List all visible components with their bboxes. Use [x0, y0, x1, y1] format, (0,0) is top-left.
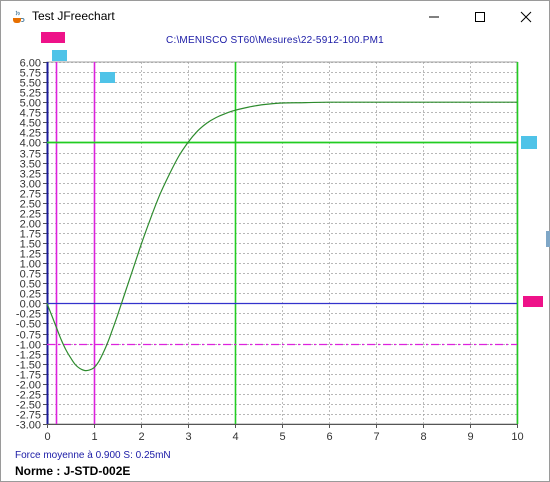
java-coffee-icon [10, 9, 26, 25]
magenta-marker-top[interactable] [41, 32, 65, 43]
x-tick-label: 10 [511, 431, 523, 443]
x-tick-label: 9 [467, 431, 473, 443]
cyan-marker-right[interactable] [521, 136, 537, 149]
maximize-icon [475, 11, 485, 22]
chart-grid [46, 61, 518, 425]
minimize-button[interactable] [411, 1, 457, 32]
plot-area [46, 61, 518, 425]
app-window: Test JFreechart C:\MENISCO ST60\Mesures\… [0, 0, 550, 482]
x-tick-label: 0 [44, 431, 50, 443]
x-tick-label: 7 [373, 431, 379, 443]
x-tick-label: 1 [91, 431, 97, 443]
close-icon [520, 11, 532, 22]
chart-svg: -3.00-2.75-2.50-2.25-2.00-1.75-1.50-1.25… [16, 58, 524, 444]
maximize-button[interactable] [457, 1, 503, 32]
force-average-label: Force moyenne à 0.900 S: 0.25mN [15, 450, 171, 461]
norme-label: Norme : J-STD-002E [15, 464, 131, 478]
minimize-icon [429, 16, 439, 17]
window-title: Test JFreechart [32, 9, 115, 23]
y-tick-label: 6.00 [20, 58, 41, 70]
window-edge-handle[interactable] [546, 231, 550, 247]
magenta-marker-right[interactable] [523, 296, 543, 307]
title-bar[interactable]: Test JFreechart [1, 1, 549, 32]
x-tick-label: 8 [420, 431, 426, 443]
x-tick-label: 5 [279, 431, 285, 443]
y-tick-label: 3.75 [20, 149, 41, 161]
close-button[interactable] [503, 1, 549, 32]
x-tick-label: 2 [138, 431, 144, 443]
x-tick-label: 3 [185, 431, 191, 443]
cyan-marker-top[interactable] [100, 72, 115, 83]
y-tick-label: -0.75 [16, 330, 41, 342]
cyan-marker-top-left[interactable] [52, 50, 67, 61]
x-tick-label: 6 [326, 431, 332, 443]
x-tick-label: 4 [232, 431, 238, 443]
chart-panel: C:\MENISCO ST60\Mesures\22-5912-100.PM1 … [1, 32, 549, 481]
